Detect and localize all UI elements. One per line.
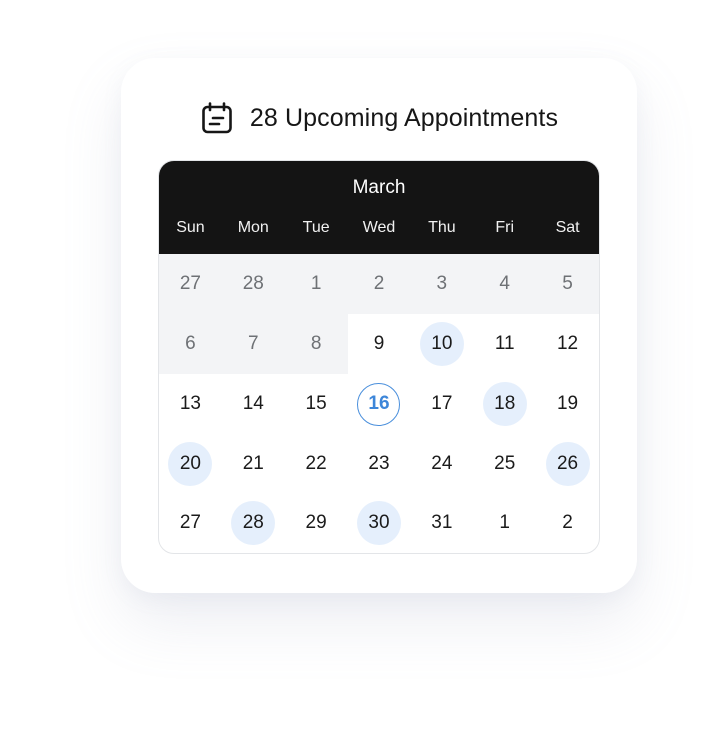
day-number: 9 xyxy=(373,333,385,354)
day-number: 3 xyxy=(436,273,448,294)
day-cell[interactable]: 15 xyxy=(285,374,348,434)
day-cell-past[interactable]: 1 xyxy=(284,254,348,314)
day-number: 10 xyxy=(419,322,464,366)
day-cell[interactable]: 12 xyxy=(536,314,599,374)
day-number: 25 xyxy=(494,453,516,474)
week-row: 27 28 1 2 3 4 5 xyxy=(159,254,599,314)
day-number: 13 xyxy=(179,393,201,414)
day-cell-appointment[interactable]: 28 xyxy=(222,494,285,552)
appointments-title: 28 Upcoming Appointments xyxy=(249,103,559,132)
day-cell[interactable]: 27 xyxy=(159,494,222,552)
day-number: 6 xyxy=(185,333,196,354)
day-cell-past[interactable]: 5 xyxy=(536,254,599,314)
day-number: 29 xyxy=(305,512,327,533)
day-cell[interactable]: 25 xyxy=(473,434,536,494)
day-number: 7 xyxy=(247,333,259,354)
weekday-label: Sun xyxy=(176,219,205,236)
day-cell[interactable]: 14 xyxy=(222,374,285,434)
day-cell[interactable]: 2 xyxy=(536,494,599,552)
day-cell[interactable]: 23 xyxy=(348,434,411,494)
day-number: 26 xyxy=(545,442,590,486)
day-grid: 27 28 1 2 3 4 5 6 7 8 9 10 11 12 13 14 15 16 17 18 19 20 21 22 2… xyxy=(159,254,599,552)
day-cell-appointment[interactable]: 18 xyxy=(473,374,536,434)
day-cell-past[interactable]: 4 xyxy=(473,254,537,314)
day-number: 2 xyxy=(562,512,573,533)
day-cell[interactable]: 29 xyxy=(285,494,348,552)
day-cell-past[interactable]: 2 xyxy=(347,254,411,314)
day-cell[interactable]: 11 xyxy=(473,314,536,374)
weekday-label: Fri xyxy=(495,219,515,236)
day-number: 12 xyxy=(556,333,579,354)
weekday-row: Sun Mon Tue Wed Thu Fri Sat xyxy=(159,219,599,237)
day-cell-past[interactable]: 28 xyxy=(221,254,285,314)
month-calendar: March Sun Mon Tue Wed Thu Fri Sat 27 28 1 2… xyxy=(158,160,600,554)
day-cell[interactable]: 31 xyxy=(410,494,473,552)
day-number: 5 xyxy=(562,273,573,294)
day-cell[interactable]: 17 xyxy=(410,374,473,434)
day-cell[interactable]: 1 xyxy=(473,494,536,552)
day-cell-today[interactable]: 16 xyxy=(348,374,411,434)
day-cell-appointment[interactable]: 20 xyxy=(159,434,222,494)
day-cell[interactable]: 9 xyxy=(348,314,411,374)
day-cell[interactable]: 13 xyxy=(159,374,222,434)
day-number: 20 xyxy=(168,442,213,486)
day-number: 4 xyxy=(499,273,510,294)
weekday-label: Wed xyxy=(362,219,396,236)
calendar-icon xyxy=(200,101,234,135)
day-cell-appointment[interactable]: 30 xyxy=(348,494,411,552)
day-number: 1 xyxy=(310,273,322,294)
day-number: 27 xyxy=(179,512,201,533)
weekday-label: Thu xyxy=(428,219,456,236)
day-number: 28 xyxy=(231,501,276,545)
day-number: 18 xyxy=(482,382,527,426)
day-number: 28 xyxy=(242,273,264,294)
day-number: 22 xyxy=(305,453,327,474)
day-cell-past[interactable]: 27 xyxy=(159,254,222,314)
weekday-label: Tue xyxy=(302,219,330,236)
day-number: 21 xyxy=(242,453,264,474)
day-cell[interactable]: 21 xyxy=(222,434,285,494)
day-number: 31 xyxy=(431,512,453,533)
day-cell-past[interactable]: 6 xyxy=(159,314,222,374)
day-cell[interactable]: 22 xyxy=(285,434,348,494)
day-cell[interactable]: 19 xyxy=(536,374,599,434)
day-number: 8 xyxy=(310,333,322,354)
day-number: 23 xyxy=(368,453,390,474)
day-cell-appointment[interactable]: 10 xyxy=(410,314,473,374)
day-number: 15 xyxy=(305,393,327,414)
month-label: March xyxy=(352,177,406,198)
weekday-label: Sat xyxy=(555,219,580,236)
week-row: 13 14 15 16 17 18 19 xyxy=(159,374,599,434)
weekday-label: Mon xyxy=(237,219,269,236)
week-row: 6 7 8 9 10 11 12 xyxy=(159,314,599,374)
week-row: 20 21 22 23 24 25 26 xyxy=(159,434,599,494)
day-number: 1 xyxy=(499,512,510,533)
week-row: 27 28 29 30 31 1 2 xyxy=(159,494,599,552)
day-cell-past[interactable]: 8 xyxy=(284,314,348,374)
day-number: 16 xyxy=(357,382,401,426)
day-number: 2 xyxy=(373,273,385,294)
day-cell-appointment[interactable]: 26 xyxy=(536,434,599,494)
day-number: 30 xyxy=(356,501,401,545)
day-cell-past[interactable]: 3 xyxy=(410,254,474,314)
appointments-card: 28 Upcoming Appointments March Sun Mon T… xyxy=(121,58,637,593)
day-cell-past[interactable]: 7 xyxy=(221,314,285,374)
day-number: 27 xyxy=(179,273,201,294)
day-number: 19 xyxy=(556,393,579,414)
day-cell[interactable]: 24 xyxy=(410,434,473,494)
day-number: 24 xyxy=(431,453,453,474)
day-number: 14 xyxy=(242,393,264,414)
day-number: 17 xyxy=(431,393,453,414)
calendar-header: March Sun Mon Tue Wed Thu Fri Sat xyxy=(159,161,599,254)
card-header: 28 Upcoming Appointments xyxy=(121,98,637,138)
day-number: 11 xyxy=(494,333,515,354)
